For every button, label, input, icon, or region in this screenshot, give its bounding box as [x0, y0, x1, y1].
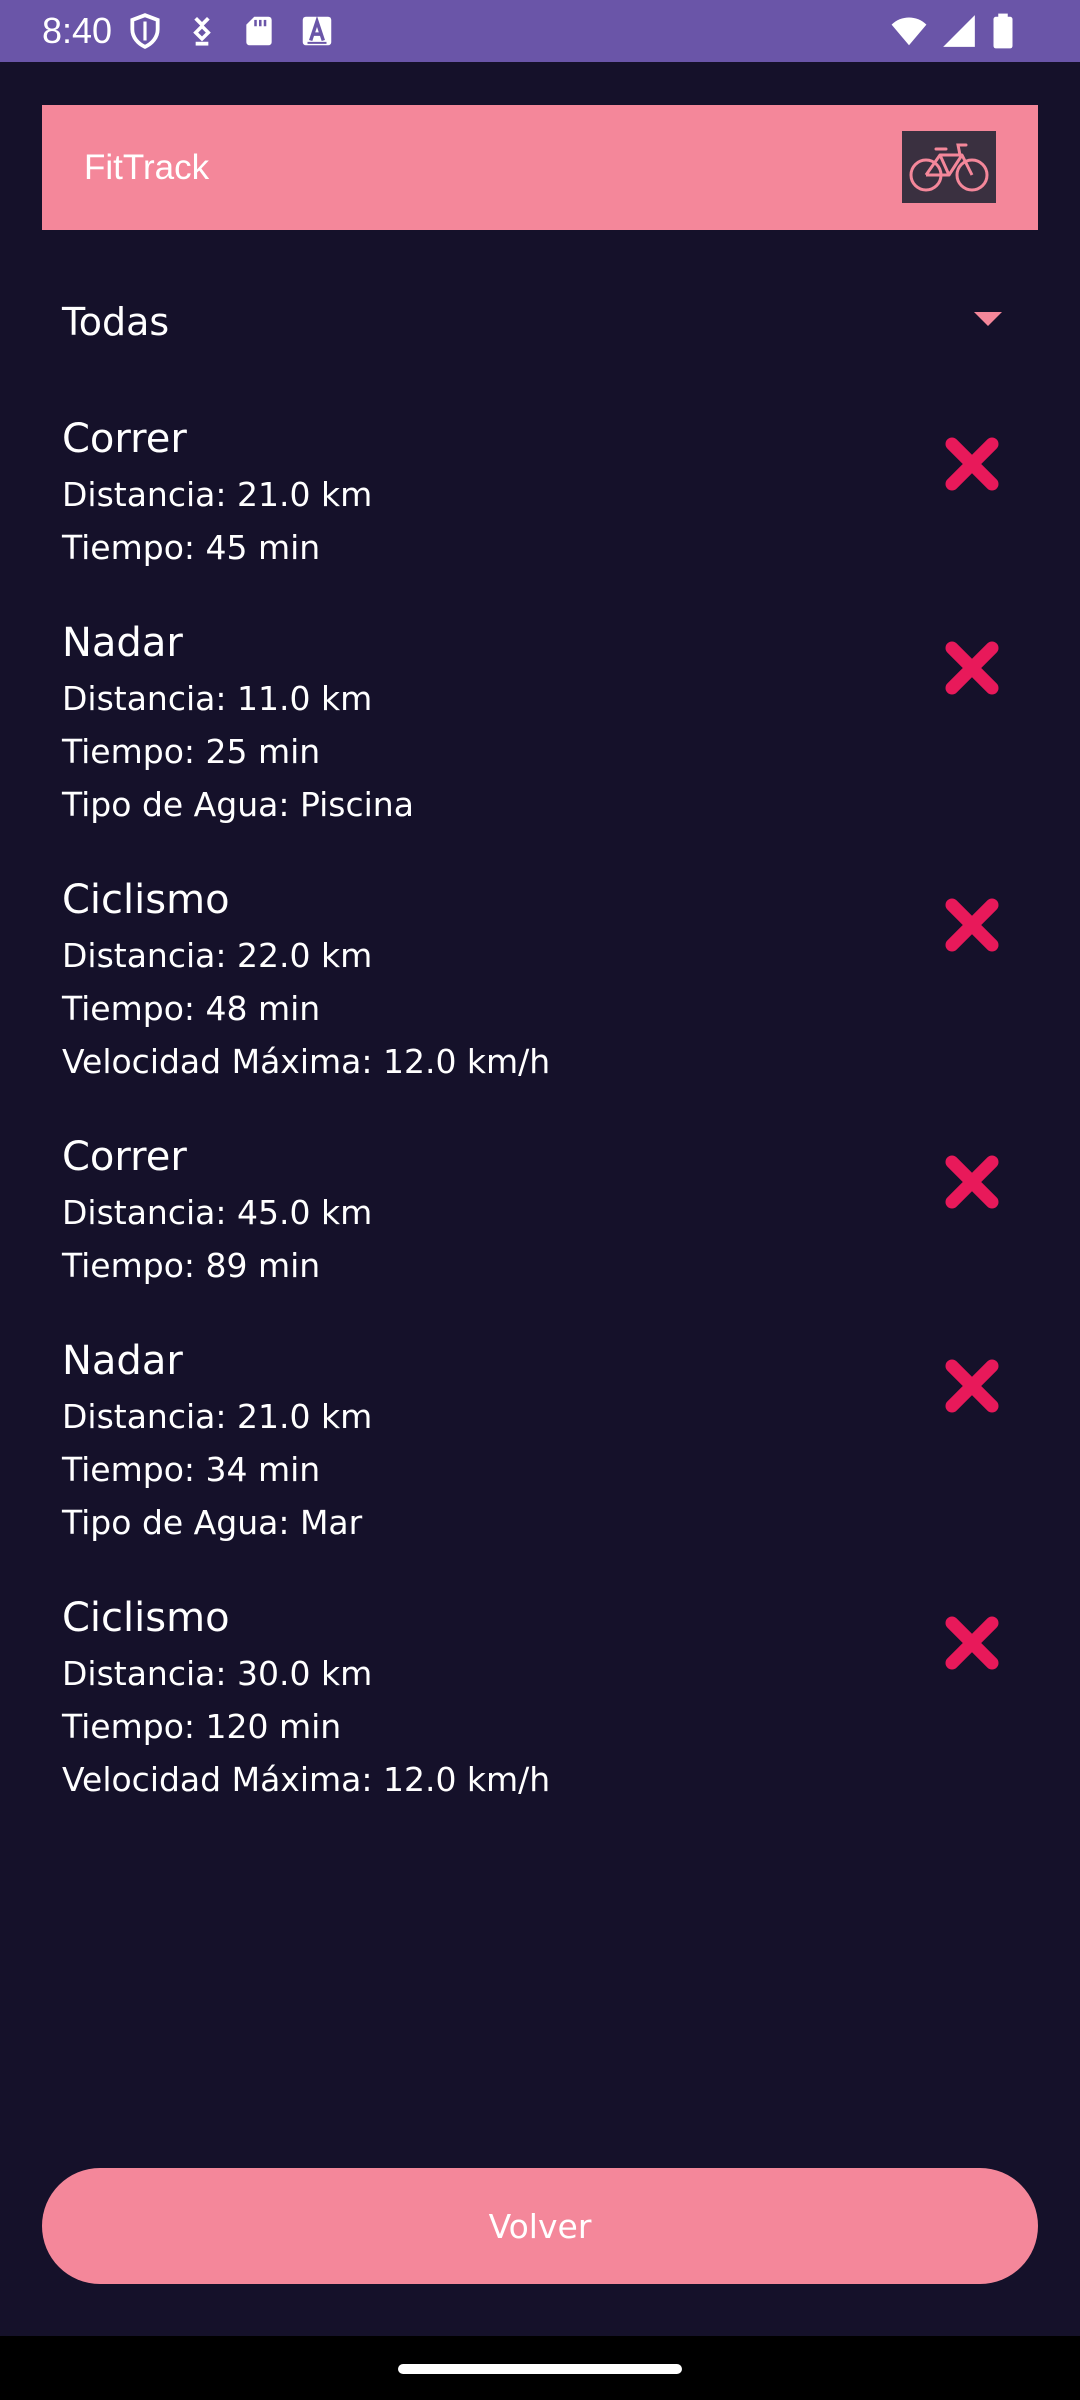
activity-type: Ciclismo: [62, 877, 230, 923]
navigation-bar: [0, 2336, 1080, 2400]
activity-type: Nadar: [62, 620, 183, 666]
back-button[interactable]: Volver: [42, 2168, 1038, 2284]
activity-time: Tiempo: 45 min: [62, 528, 321, 567]
activity-item: Ciclismo Distancia: 22.0 km Tiempo: 48 m…: [62, 871, 1012, 1128]
activity-distance: Distancia: 30.0 km: [62, 1654, 373, 1693]
activity-distance: Distancia: 11.0 km: [62, 679, 373, 718]
battery-icon: [993, 13, 1013, 49]
shield-icon: [130, 13, 160, 49]
activity-type: Nadar: [62, 1338, 183, 1384]
activity-filter-dropdown[interactable]: Todas: [62, 280, 1002, 365]
delete-icon[interactable]: [942, 1356, 1002, 1416]
delete-icon[interactable]: [942, 1152, 1002, 1212]
signal-icon: [943, 15, 975, 47]
wifi-icon: [891, 17, 927, 46]
activity-item: Correr Distancia: 21.0 km Tiempo: 45 min: [62, 410, 1012, 614]
dropdown-arrow-icon: [974, 312, 1002, 326]
delete-icon[interactable]: [942, 1613, 1002, 1673]
activity-list: Correr Distancia: 21.0 km Tiempo: 45 min…: [0, 410, 1080, 1846]
filter-selected-value: Todas: [62, 300, 170, 344]
activity-max-speed: Velocidad Máxima: 12.0 km/h: [62, 1042, 551, 1081]
activity-distance: Distancia: 21.0 km: [62, 475, 373, 514]
delete-icon[interactable]: [942, 434, 1002, 494]
screen: 8:40 FitTrack Todas Correr Distancia: 21…: [0, 0, 1080, 2400]
activity-time: Tiempo: 25 min: [62, 732, 321, 771]
app-title: FitTrack: [84, 148, 210, 187]
bicycle-icon: [909, 143, 989, 192]
activity-time: Tiempo: 120 min: [62, 1707, 342, 1746]
activity-time: Tiempo: 34 min: [62, 1450, 321, 1489]
activity-item: Ciclismo Distancia: 30.0 km Tiempo: 120 …: [62, 1589, 1012, 1846]
activity-water-type: Tipo de Agua: Mar: [62, 1503, 363, 1542]
sd-card-icon: [246, 16, 272, 46]
app-bar: FitTrack: [42, 105, 1038, 230]
activity-time: Tiempo: 48 min: [62, 989, 321, 1028]
activity-distance: Distancia: 21.0 km: [62, 1397, 373, 1436]
activity-item: Nadar Distancia: 11.0 km Tiempo: 25 min …: [62, 614, 1012, 871]
delete-icon[interactable]: [942, 638, 1002, 698]
activity-time: Tiempo: 89 min: [62, 1246, 321, 1285]
activity-max-speed: Velocidad Máxima: 12.0 km/h: [62, 1760, 551, 1799]
activity-type: Correr: [62, 416, 187, 462]
delete-icon[interactable]: [942, 895, 1002, 955]
activity-type: Ciclismo: [62, 1595, 230, 1641]
activity-distance: Distancia: 22.0 km: [62, 936, 373, 975]
status-time: 8:40: [42, 10, 113, 51]
activity-type: Correr: [62, 1134, 187, 1180]
home-gesture-handle[interactable]: [398, 2364, 682, 2374]
activity-item: Nadar Distancia: 21.0 km Tiempo: 34 min …: [62, 1332, 1012, 1589]
status-bar: 8:40: [0, 0, 1080, 62]
data-saver-icon: [193, 16, 211, 46]
font-a-icon: [302, 15, 332, 46]
activity-distance: Distancia: 45.0 km: [62, 1193, 373, 1232]
app-logo: [902, 131, 996, 203]
activity-water-type: Tipo de Agua: Piscina: [62, 785, 414, 824]
activity-item: Correr Distancia: 45.0 km Tiempo: 89 min: [62, 1128, 1012, 1332]
